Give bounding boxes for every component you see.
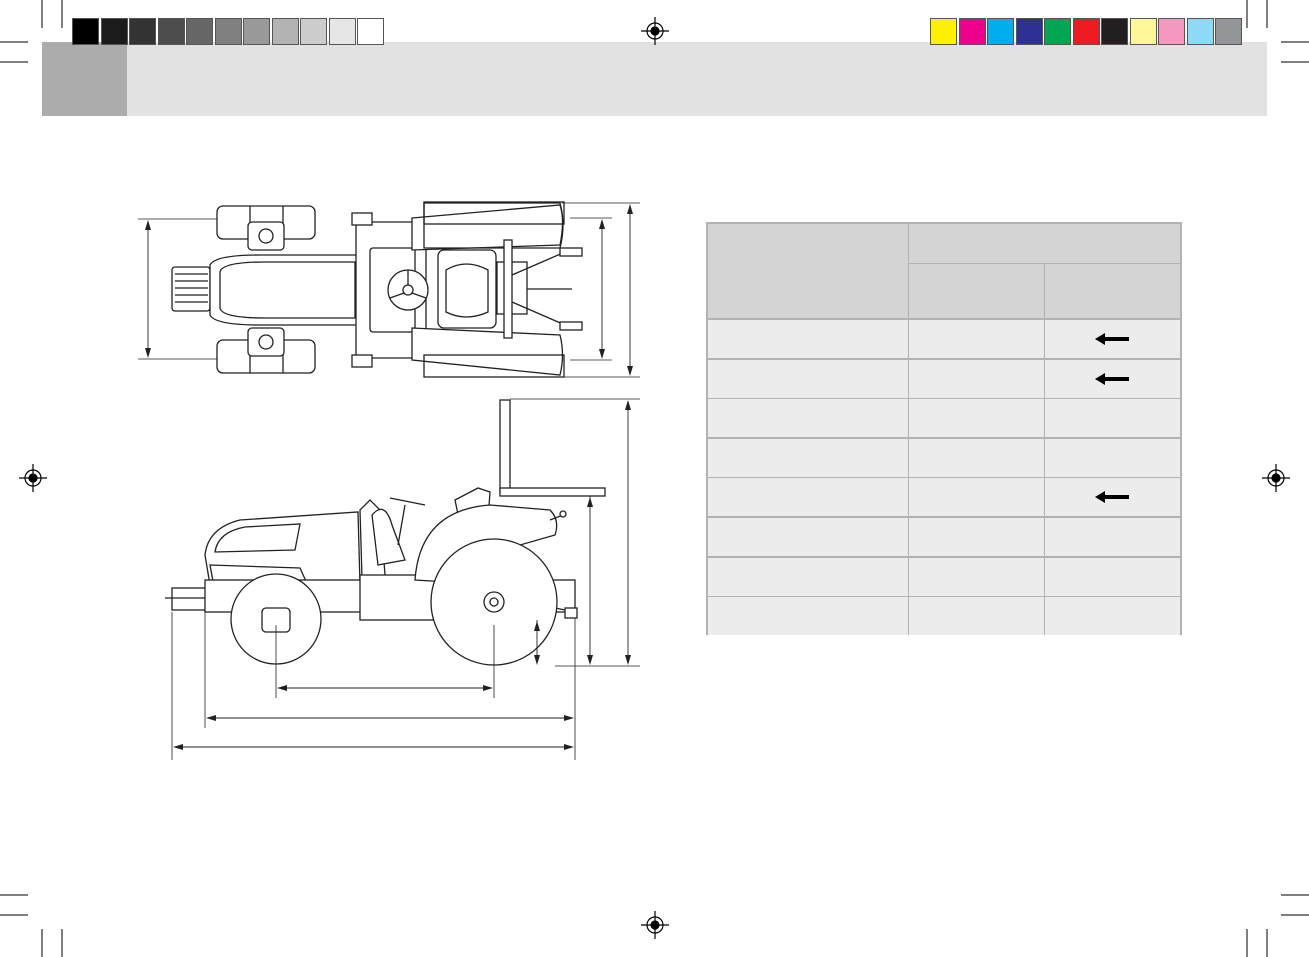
color-swatch xyxy=(72,18,99,45)
table-cell xyxy=(1045,359,1180,398)
table-cell xyxy=(708,597,908,636)
color-swatch xyxy=(1101,18,1128,45)
table-cell xyxy=(909,557,1044,596)
arrow-left-icon xyxy=(1095,372,1129,385)
tractor-side-view xyxy=(165,398,640,760)
table-cell xyxy=(1045,557,1180,596)
table-cell xyxy=(909,320,1044,359)
color-swatch xyxy=(1044,18,1071,45)
color-swatch xyxy=(987,18,1014,45)
tractor-top-view xyxy=(138,201,640,378)
table-cell xyxy=(708,320,908,359)
crosshair-circle-icon xyxy=(19,464,47,492)
color-swatch xyxy=(100,18,128,45)
crosshair-circle-icon xyxy=(1262,464,1290,492)
color-swatch xyxy=(1186,18,1214,45)
table-cell xyxy=(708,399,908,438)
color-swatch xyxy=(214,18,242,45)
color-swatch xyxy=(958,18,986,45)
color-swatch xyxy=(1215,18,1242,45)
table-header-spec-name xyxy=(708,224,908,318)
color-swatch xyxy=(300,18,327,45)
color-swatch xyxy=(930,18,957,45)
table-cell xyxy=(909,438,1044,477)
color-swatch xyxy=(129,18,156,45)
table-cell xyxy=(708,478,908,517)
table-cell xyxy=(708,359,908,398)
color-swatch xyxy=(1015,18,1043,45)
color-swatch xyxy=(1072,18,1100,45)
table-cell xyxy=(708,518,908,557)
color-swatch xyxy=(157,18,185,45)
crosshair-circle-icon xyxy=(641,17,669,45)
color-swatch xyxy=(186,18,213,45)
arrow-left-icon xyxy=(1095,491,1129,504)
table-header-col-2 xyxy=(1045,264,1180,318)
arrow-left-icon xyxy=(1095,333,1129,346)
color-swatch xyxy=(1129,18,1157,45)
table-cell xyxy=(909,399,1044,438)
crosshair-circle-icon xyxy=(641,911,669,939)
color-swatch xyxy=(357,18,384,45)
table-cell xyxy=(1045,320,1180,359)
table-cell xyxy=(1045,597,1180,636)
table-cell xyxy=(909,359,1044,398)
table-cell xyxy=(1045,518,1180,557)
table-cell xyxy=(909,597,1044,636)
table-header-col-1 xyxy=(909,264,1044,318)
table-cell xyxy=(1045,478,1180,517)
table-cell xyxy=(708,557,908,596)
table-cell xyxy=(909,518,1044,557)
table-cell xyxy=(1045,399,1180,438)
table-cell xyxy=(909,478,1044,517)
color-swatch xyxy=(1158,18,1185,45)
color-swatch xyxy=(243,18,270,45)
color-swatch xyxy=(271,18,299,45)
table-cell xyxy=(708,438,908,477)
table-cell xyxy=(1045,438,1180,477)
table-header-group xyxy=(909,224,1180,263)
specification-table xyxy=(706,222,1182,636)
color-swatch xyxy=(328,18,356,45)
